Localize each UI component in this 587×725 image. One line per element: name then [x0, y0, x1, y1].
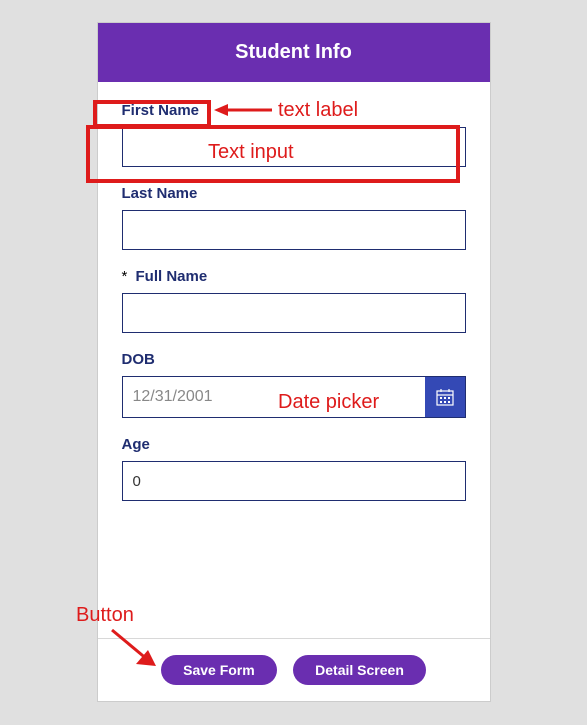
full-name-input[interactable] [122, 293, 466, 333]
age-input[interactable] [122, 461, 466, 501]
first-name-field: First Name [122, 102, 466, 167]
card-title: Student Info [235, 41, 352, 63]
dob-picker [122, 376, 466, 418]
detail-button[interactable]: Detail Screen [293, 655, 426, 685]
button-bar: Save Form Detail Screen [98, 638, 490, 701]
first-name-input[interactable] [122, 127, 466, 167]
full-name-label: * Full Name [122, 268, 466, 285]
card-body: First Name Last Name * Full Name DOB [98, 82, 490, 501]
save-button[interactable]: Save Form [161, 655, 277, 685]
student-info-card: Student Info First Name Last Name * Full… [97, 22, 491, 702]
first-name-label: First Name [122, 102, 466, 119]
last-name-label: Last Name [122, 185, 466, 202]
age-field: Age [122, 436, 466, 501]
dob-input[interactable] [123, 377, 425, 417]
age-label: Age [122, 436, 466, 453]
card-header: Student Info [98, 23, 490, 82]
last-name-input[interactable] [122, 210, 466, 250]
last-name-field: Last Name [122, 185, 466, 250]
calendar-icon [436, 388, 454, 406]
calendar-button[interactable] [425, 377, 465, 417]
dob-label: DOB [122, 351, 466, 368]
required-star: * [122, 268, 128, 285]
full-name-field: * Full Name [122, 268, 466, 333]
dob-field: DOB [122, 351, 466, 418]
